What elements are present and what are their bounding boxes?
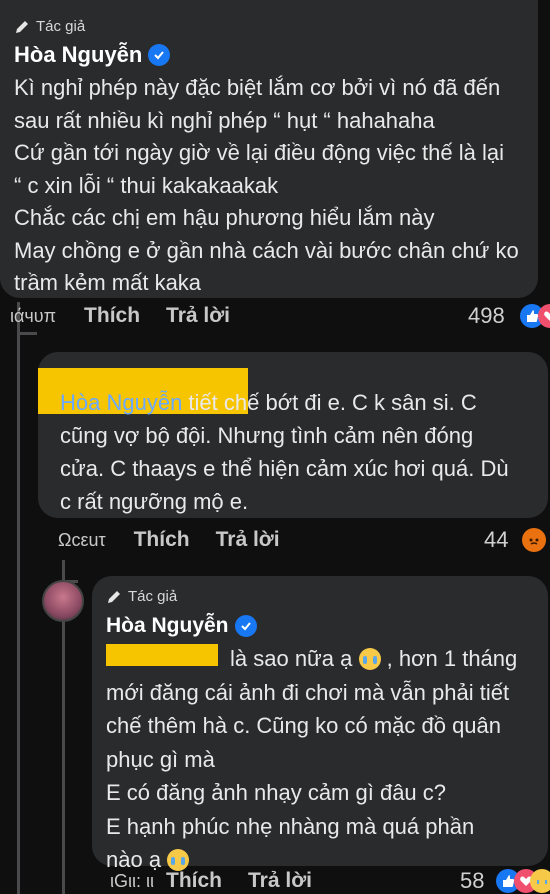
comment-actions: ιάчυπ Thích Trả lời 498 (10, 302, 550, 330)
comment-line: c rất ngưỡng mộ e. (60, 489, 249, 514)
comment-text: là sao nữa ạ , hơn 1 tháng mới đăng cái … (106, 642, 542, 877)
comment-line: là sao nữa ạ (230, 646, 353, 671)
avatar[interactable] (42, 580, 84, 622)
crying-emoji-icon (358, 648, 381, 670)
comment-bubble-author-main: Tác giả Hòa Nguyễn Kì nghỉ phép này đặc … (0, 0, 538, 298)
commenter-name-text: Hòa Nguyễn (14, 42, 143, 67)
comment-line: May chồng e ở gần nhà cách vài bước chân… (14, 237, 519, 263)
pen-icon (16, 20, 28, 33)
thread-line-main (17, 302, 20, 894)
comment-line: E có đăng ảnh nhạy cảm gì đâu c? (106, 780, 447, 805)
comment-bubble-author-reply: Tác giả Hòa Nguyễn là sao nữa ạ , hơn 1 … (92, 576, 548, 872)
reply-button[interactable]: Trả lời (216, 528, 280, 552)
thread-line-branch (17, 332, 37, 335)
crying-reaction-icon (530, 869, 550, 893)
comment-line: Kì nghỉ phép này đặc biệt lắm cơ bởi vì … (14, 75, 501, 100)
comment-actions: ιGιι: ιι Thích Trả lời 58 (110, 868, 550, 894)
mention-link[interactable]: Hòa Nguyễn (60, 390, 182, 415)
like-button[interactable]: Thích (134, 528, 190, 552)
comment-text: Hòa Nguyễn tiết chế bớt đi e. C k sân si… (60, 386, 540, 518)
commenter-name[interactable]: Hòa Nguyễn (14, 42, 171, 68)
reaction-count: 498 (468, 303, 505, 328)
like-button[interactable]: Thích (166, 869, 222, 893)
verified-icon (148, 44, 171, 66)
comment-line: mới đăng cái ảnh đi chơi mà vẫn phải tiế… (106, 679, 510, 705)
comment-line: “ c xin lỗi “ thui kakakaakak (14, 172, 279, 198)
reaction-count: 44 (484, 527, 509, 552)
comment-text: Kì nghỉ phép này đặc biệt lắm cơ bởi vì … (14, 72, 534, 300)
comment-line: sau rất nhiều kì nghỉ phép “ hụt “ hahah… (14, 107, 435, 133)
pen-icon (108, 590, 120, 603)
author-badge-label: Tác giả (128, 588, 178, 605)
comment-line: Cứ gần tới ngày giờ về lại điều động việ… (14, 140, 504, 165)
comment-line: trầm kẻm mất kaka (14, 270, 202, 295)
comment-line: cũng vợ bộ đội. Nhưng tình cảm nên đóng (60, 423, 474, 448)
verified-icon (234, 615, 257, 637)
comment-line: tiết chế bớt đi e. C k sân si. C (182, 390, 477, 415)
like-button[interactable]: Thích (84, 304, 140, 328)
comment-line: phục gì mà (106, 746, 215, 772)
comment-line: , hơn 1 tháng (386, 646, 518, 671)
reply-button[interactable]: Trả lời (248, 869, 312, 893)
comment-line: chế thêm hà c. Cũng ko có mặc đồ quân (106, 713, 502, 738)
comment-time: ιάчυπ (10, 305, 57, 326)
author-badge: Tác giả (106, 588, 177, 605)
comment-line: E hạnh phúc nhẹ nhàng mà quá phần (106, 813, 475, 839)
comment-line: Chắc các chị em hậu phương hiểu lắm này (14, 205, 435, 230)
comment-actions: Ωcεuτ Thích Trả lời 44 (58, 526, 550, 554)
commenter-name[interactable]: Hòa Nguyễn (106, 614, 257, 638)
commenter-name-text: Hòa Nguyễn (106, 614, 229, 637)
reaction-count: 58 (460, 868, 485, 893)
comment-line: cửa. C thaays e thể hiện cảm xúc hơi quá… (60, 456, 509, 481)
comment-time: ιGιι: ιι (110, 870, 154, 891)
comment-time: Ωcεuτ (58, 529, 106, 550)
reply-button[interactable]: Trả lời (166, 304, 230, 328)
author-badge: Tác giả (14, 18, 85, 35)
author-badge-label: Tác giả (36, 18, 86, 35)
angry-reaction-icon (522, 528, 546, 552)
